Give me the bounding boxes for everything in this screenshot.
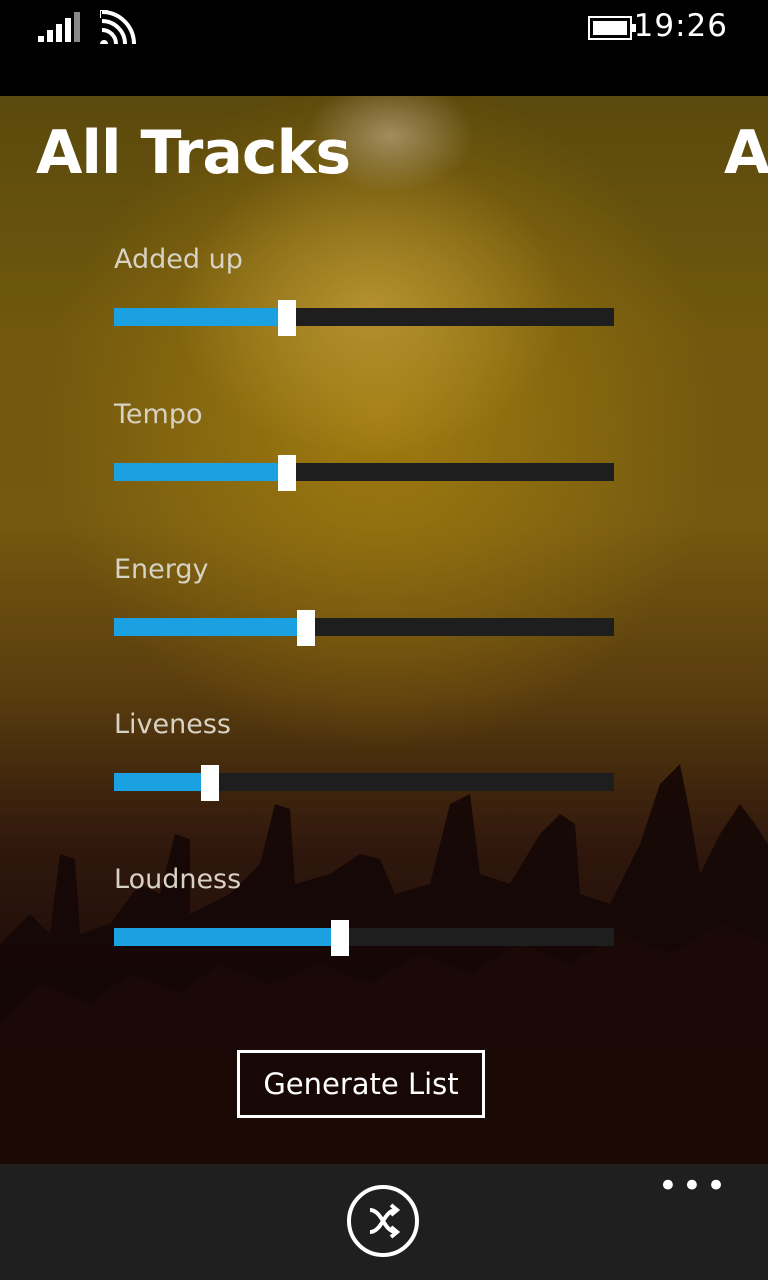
slider-thumb[interactable] — [297, 610, 315, 646]
slider-label-added-up: Added up — [114, 244, 243, 275]
slider-energy: Energy — [114, 550, 614, 646]
slider-track-liveness[interactable] — [114, 765, 614, 801]
slider-added-up: Added up — [114, 240, 614, 336]
slider-track-added-up[interactable] — [114, 300, 614, 336]
slider-label-energy: Energy — [114, 554, 209, 585]
slider-thumb[interactable] — [201, 765, 219, 801]
slider-thumb[interactable] — [278, 455, 296, 491]
slider-thumb[interactable] — [331, 920, 349, 956]
generate-list-button[interactable]: Generate List — [237, 1050, 485, 1118]
slider-loudness: Loudness — [114, 860, 614, 956]
slider-tempo: Tempo — [114, 395, 614, 491]
slider-thumb[interactable] — [278, 300, 296, 336]
slider-label-liveness: Liveness — [114, 709, 231, 740]
slider-liveness: Liveness — [114, 705, 614, 801]
slider-fill — [114, 773, 210, 791]
slider-fill — [114, 618, 306, 636]
slider-track-energy[interactable] — [114, 610, 614, 646]
slider-track-tempo[interactable] — [114, 455, 614, 491]
slider-fill — [114, 308, 287, 326]
slider-fill — [114, 463, 287, 481]
slider-track-loudness[interactable] — [114, 920, 614, 956]
slider-fill — [114, 928, 340, 946]
slider-label-tempo: Tempo — [114, 399, 203, 430]
screen: 19:26 All Tracks A Added up Tempo Energy… — [0, 0, 768, 1280]
slider-label-loudness: Loudness — [114, 864, 242, 895]
